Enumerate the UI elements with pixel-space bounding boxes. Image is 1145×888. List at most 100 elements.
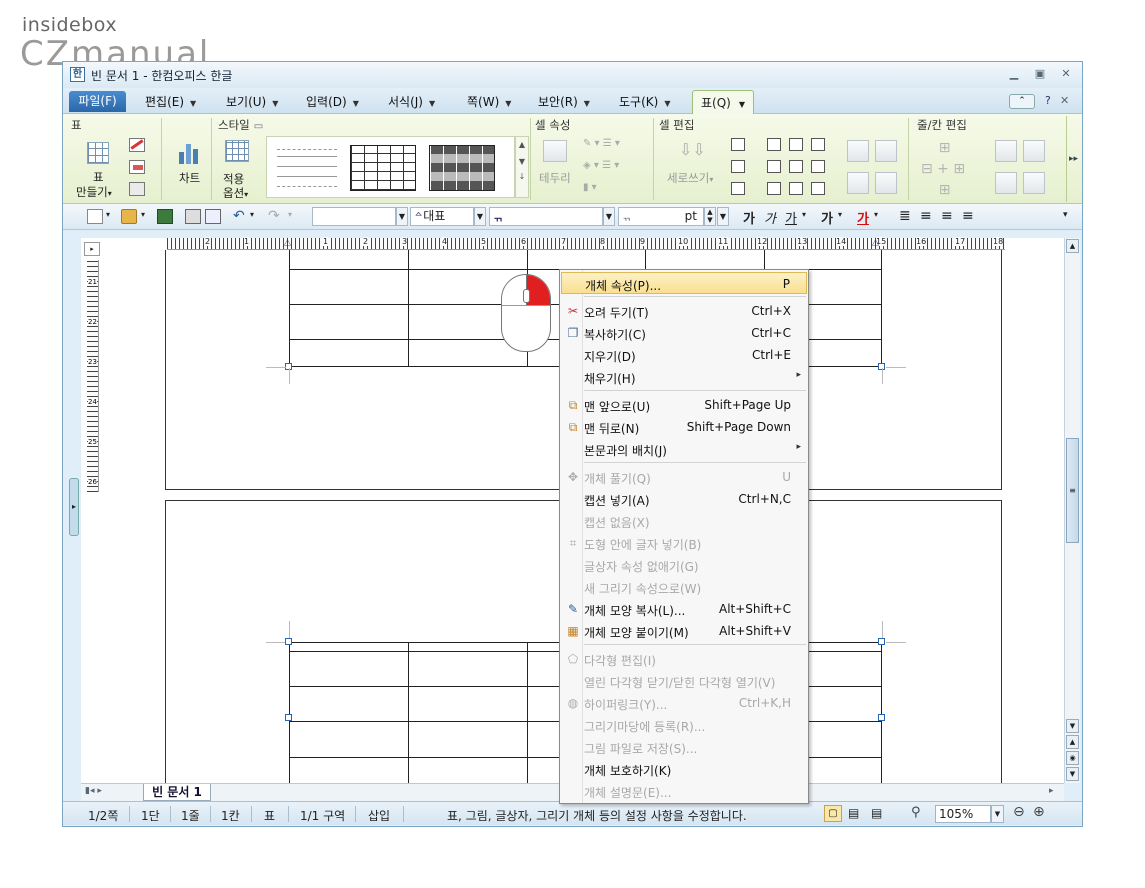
chart-icon[interactable] (177, 144, 201, 164)
apply-options-label-2[interactable]: 옵션▾ (223, 185, 248, 201)
align-right-icon[interactable]: ≡ (962, 208, 974, 224)
menu-item-send-back[interactable]: ⧉ 맨 뒤로(N) Shift+Page Down (561, 416, 807, 438)
font-name-combo[interactable]: ᅀ대표 (410, 207, 474, 226)
chevron-down-icon[interactable]: ▾ (838, 210, 842, 219)
resize-handle[interactable] (878, 638, 885, 645)
align-icon[interactable] (767, 138, 781, 151)
ribbon-more-icon[interactable]: ▸▸ (1066, 116, 1080, 202)
chevron-down-icon[interactable]: ▾ (106, 210, 110, 219)
table-style-grid[interactable] (350, 145, 416, 191)
new-document-icon[interactable] (87, 209, 103, 224)
align-justify-icon[interactable]: ≣ (899, 208, 911, 224)
zoom-in-icon[interactable]: ⊕ (1033, 804, 1045, 820)
align-icon[interactable] (789, 138, 803, 151)
menu-item-insert-caption[interactable]: 캡션 넣기(A) Ctrl+N,C (561, 488, 807, 510)
menu-file[interactable]: 파일(F) (69, 91, 126, 112)
minimize-icon[interactable]: ▁ (1006, 67, 1022, 81)
underline-button[interactable]: 가 (785, 208, 797, 227)
table-style-gallery[interactable] (266, 136, 515, 198)
panel-expand-icon[interactable]: ▸ (69, 478, 79, 536)
dialog-launcher-icon[interactable]: ▭ (254, 121, 263, 132)
strikethrough-button[interactable]: 가 (821, 208, 833, 227)
tab-nav-icon[interactable]: ▮◂ ▸ (85, 786, 102, 796)
chevron-down-icon[interactable]: ▼ (603, 207, 615, 226)
eraser-table-icon[interactable] (129, 160, 145, 174)
align-left-bottom-icon[interactable] (731, 182, 745, 195)
menu-item-copy-format[interactable]: ✎ 개체 모양 복사(L)... Alt+Shift+C (561, 598, 807, 620)
bold-button[interactable]: 가 (743, 208, 755, 227)
redo-icon[interactable]: ↷ (268, 208, 280, 224)
undo-icon[interactable]: ↶ (233, 208, 245, 224)
chevron-down-icon[interactable]: ▾ (802, 210, 806, 219)
font-face-combo[interactable]: ᆩ (489, 207, 603, 226)
zoom-icon[interactable]: ⚲ (911, 805, 921, 820)
menu-table[interactable]: 표(Q) ▼ (692, 90, 754, 114)
align-icon[interactable] (811, 138, 825, 151)
menu-insert[interactable]: 입력(D) ▼ (306, 93, 359, 110)
align-left-middle-icon[interactable] (731, 160, 745, 173)
align-icon[interactable] (789, 160, 803, 173)
menu-security[interactable]: 보안(R) ▼ (538, 93, 590, 110)
gallery-scroll[interactable]: ▲ ▼ ↓ (515, 136, 529, 198)
view-page-icon[interactable]: ▤ (871, 806, 882, 820)
status-insert[interactable]: 삽입 (368, 807, 390, 824)
zoom-out-icon[interactable]: ⊖ (1013, 804, 1025, 820)
align-left-top-icon[interactable] (731, 138, 745, 151)
align-icon[interactable] (767, 160, 781, 173)
resize-handle[interactable] (878, 714, 885, 721)
menu-edit[interactable]: 편집(E) ▼ (145, 93, 196, 110)
table-style-shaded[interactable] (429, 145, 495, 191)
view-web-icon[interactable]: ▤ (848, 806, 859, 820)
apply-options-icon[interactable] (225, 140, 249, 162)
page-select-icon[interactable]: ◉ (1066, 751, 1079, 765)
pencil-table-icon[interactable] (129, 138, 145, 152)
align-left-icon[interactable]: ≡ (920, 208, 932, 224)
menu-item-object-properties[interactable]: 개체 속성(P)... P (561, 272, 807, 294)
print-icon[interactable] (185, 209, 201, 224)
menu-item-fill[interactable]: 채우기(H) ▸ (561, 366, 807, 388)
menu-item-delete[interactable]: 지우기(D) Ctrl+E (561, 344, 807, 366)
view-normal-icon[interactable]: ▢ (824, 805, 842, 822)
chevron-down-icon[interactable]: ▼ (717, 207, 729, 226)
style-combo[interactable] (312, 207, 396, 226)
menu-page[interactable]: 쪽(W) ▼ (467, 93, 511, 110)
maximize-icon[interactable]: ▣ (1032, 67, 1048, 81)
align-icon[interactable] (767, 182, 781, 195)
make-table-label-2[interactable]: 만들기▾ (76, 184, 112, 200)
menu-item-text-wrap[interactable]: 본문과의 배치(J) ▸ (561, 438, 807, 460)
table-style-dashed[interactable] (277, 149, 337, 187)
align-center-icon[interactable]: ≡ (941, 208, 953, 224)
hscroll-right-icon[interactable]: ▸ (1049, 786, 1054, 796)
doc-close-icon[interactable]: ✕ (1060, 94, 1069, 107)
menu-item-cut[interactable]: ✂ 오려 두기(T) Ctrl+X (561, 300, 807, 322)
close-icon[interactable]: ✕ (1058, 67, 1074, 81)
hruler-marker-icon[interactable]: ⏃ (283, 236, 292, 249)
tab-document-1[interactable]: 빈 문서 1 (143, 784, 211, 801)
resize-handle[interactable] (285, 638, 292, 645)
chevron-down-icon[interactable]: ▼ (396, 207, 408, 226)
menu-item-paste-format[interactable]: ▦ 개체 모양 붙이기(M) Alt+Shift+V (561, 620, 807, 642)
menu-format[interactable]: 서식(J) ▼ (388, 93, 435, 110)
menu-item-bring-front[interactable]: ⧉ 맨 앞으로(U) Shift+Page Up (561, 394, 807, 416)
ruler-corner[interactable]: ▸ (84, 242, 100, 256)
scroll-down-icon[interactable]: ▼ (1066, 719, 1079, 733)
chevron-down-icon[interactable]: ▾ (288, 210, 292, 219)
font-color-button[interactable]: 가 (857, 208, 869, 227)
scroll-thumb[interactable]: ≡ (1066, 438, 1079, 543)
zoom-combo[interactable]: 105% (935, 805, 991, 823)
prev-page-icon[interactable]: ▲ (1066, 735, 1079, 749)
font-size-combo[interactable]: ᆩ pt (618, 207, 704, 226)
align-icon[interactable] (789, 182, 803, 195)
save-icon[interactable] (157, 209, 173, 224)
ribbon-collapse-button[interactable]: ⌃ (1009, 94, 1035, 109)
menu-item-protect-object[interactable]: 개체 보호하기(K) (561, 758, 807, 780)
menu-tools[interactable]: 도구(K) ▼ (619, 93, 670, 110)
chevron-down-icon[interactable]: ▾ (874, 210, 878, 219)
help-icon[interactable]: ? (1045, 94, 1051, 107)
next-page-icon[interactable]: ▼ (1066, 767, 1079, 781)
hruler-marker-icon[interactable]: ⏃ (871, 236, 880, 249)
chevron-down-icon[interactable]: ▾ (141, 210, 145, 219)
chevron-down-icon[interactable]: ▾ (250, 210, 254, 219)
menu-view[interactable]: 보기(U) ▼ (226, 93, 278, 110)
align-icon[interactable] (811, 182, 825, 195)
